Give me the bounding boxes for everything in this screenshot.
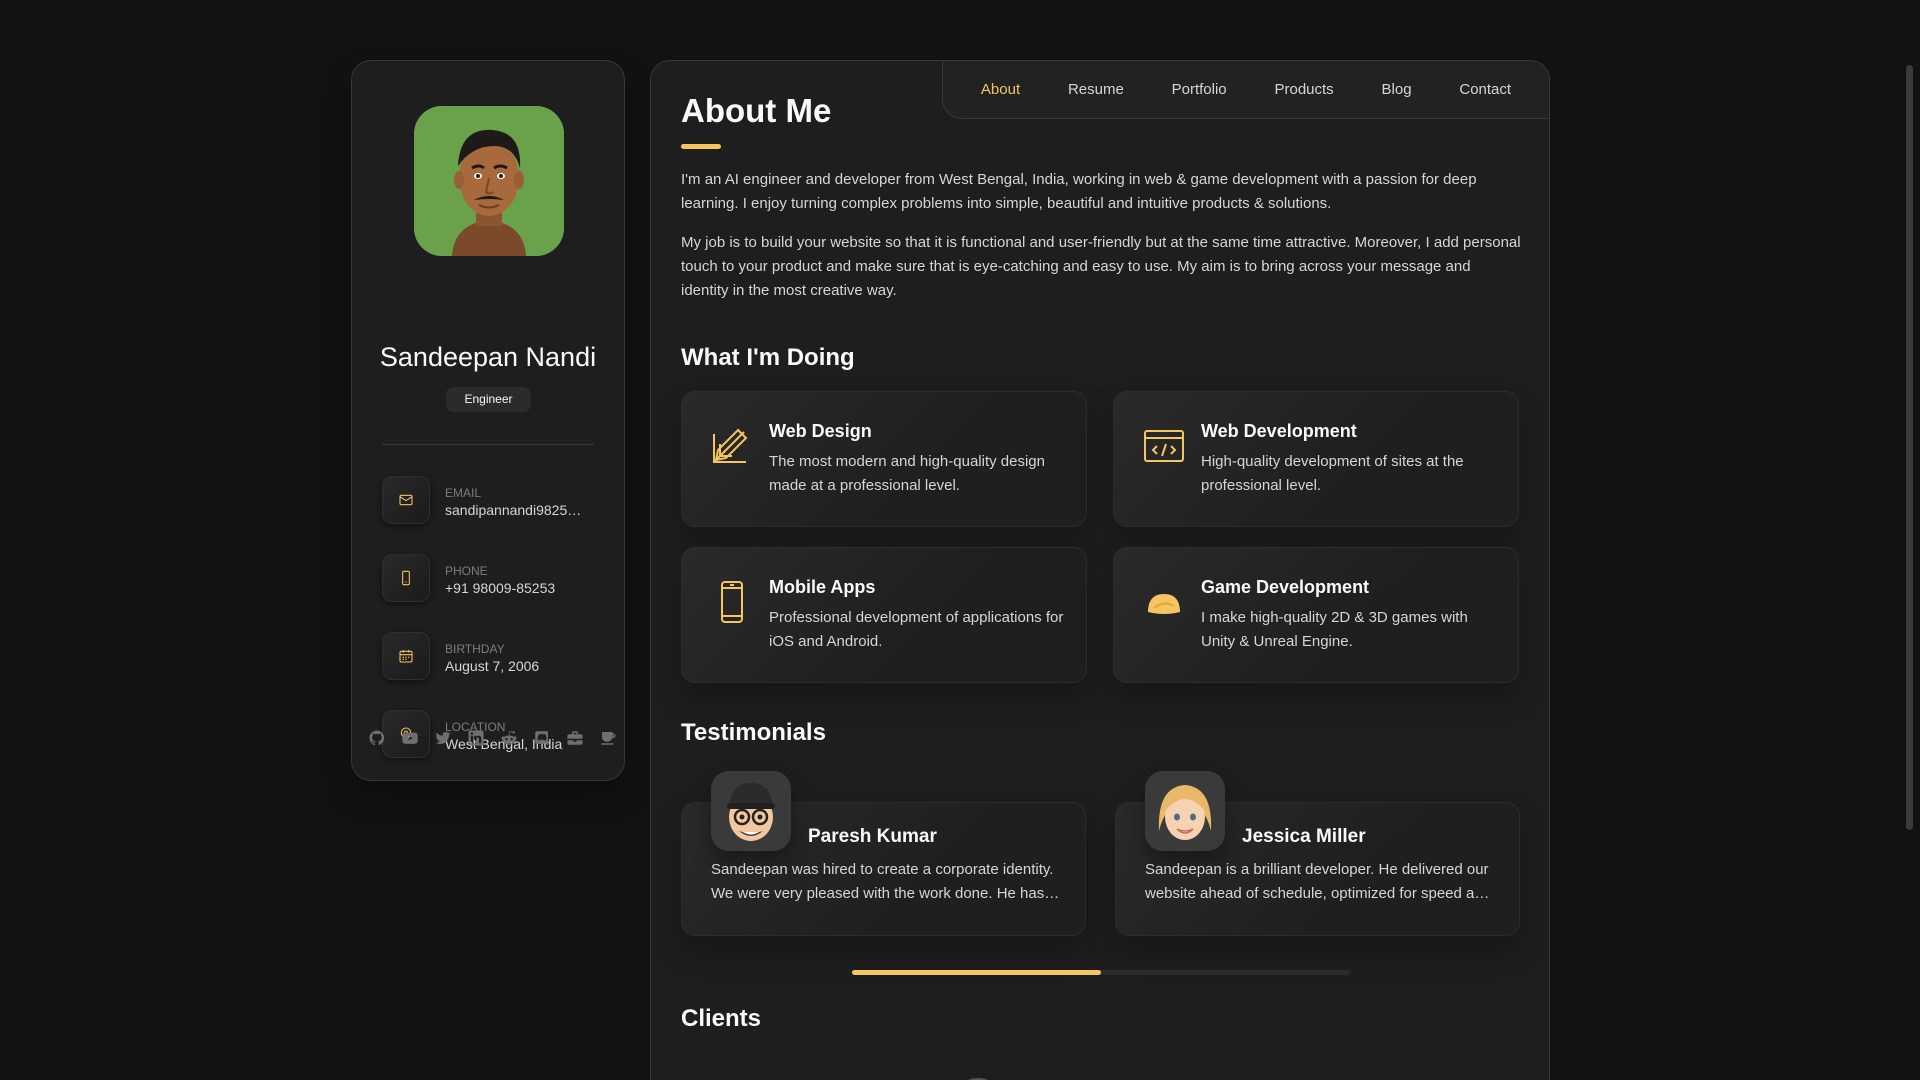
- youtube-icon[interactable]: [401, 729, 419, 747]
- phone-icon: [382, 554, 430, 602]
- game-blob-icon: [1142, 580, 1186, 624]
- nav-about[interactable]: About: [981, 81, 1020, 98]
- clients-heading: Clients: [681, 1005, 762, 1032]
- testimonial-name: Paresh Kumar: [808, 826, 937, 847]
- page-scrollbar-thumb[interactable]: [1906, 65, 1913, 830]
- testimonials-heading: Testimonials: [681, 719, 826, 746]
- smartphone-icon: [710, 580, 754, 624]
- top-navbar: About Resume Portfolio Products Blog Con…: [942, 61, 1549, 119]
- service-card: Game Development I make high-quality 2D …: [1113, 547, 1519, 683]
- nav-portfolio[interactable]: Portfolio: [1172, 81, 1227, 98]
- profile-title-badge: Engineer: [446, 387, 531, 412]
- title-underline: [681, 144, 721, 149]
- contact-birthday: Birthday August 7, 2006: [382, 632, 612, 680]
- contact-label: Phone: [445, 564, 488, 578]
- profile-sidebar: Sandeepan Nandi Engineer Email sandipann…: [351, 60, 625, 781]
- contact-phone: Phone +91 98009-85253: [382, 554, 612, 602]
- service-card: Mobile Apps Professional development of …: [681, 547, 1087, 683]
- page-title: About Me: [681, 92, 832, 129]
- nav-products[interactable]: Products: [1274, 81, 1333, 98]
- about-paragraph-1: I'm an AI engineer and developer from We…: [681, 171, 1477, 212]
- contact-label: Birthday: [445, 642, 505, 656]
- testimonials-scroll-track[interactable]: [852, 970, 1350, 975]
- profile-name: Sandeepan Nandi: [379, 342, 597, 372]
- service-title: Web Design: [769, 421, 872, 441]
- linkedin-icon[interactable]: [467, 729, 485, 747]
- github-icon[interactable]: [368, 729, 386, 747]
- design-pencil-ruler-icon: [710, 424, 754, 468]
- contact-email: Email sandipannandi9825…: [382, 476, 612, 524]
- service-desc: High-quality development of sites at the…: [1201, 453, 1464, 494]
- reddit-icon[interactable]: [500, 729, 518, 747]
- testimonial-text: Sandeepan was hired to create a corporat…: [711, 861, 1057, 902]
- nav-blog[interactable]: Blog: [1382, 81, 1412, 98]
- testimonials-scroll-thumb[interactable]: [852, 970, 1101, 975]
- calendar-icon: [382, 632, 430, 680]
- service-title: Mobile Apps: [769, 577, 876, 597]
- discord-icon[interactable]: [533, 729, 551, 747]
- coffee-icon[interactable]: [599, 729, 617, 747]
- mail-icon: [382, 476, 430, 524]
- service-card: Web Design The most modern and high-qual…: [681, 391, 1087, 527]
- services-heading: What I'm Doing: [681, 344, 855, 371]
- nav-contact[interactable]: Contact: [1459, 81, 1511, 98]
- service-title: Game Development: [1201, 577, 1370, 597]
- service-desc: I make high-quality 2D & 3D games with U…: [1201, 609, 1468, 650]
- social-links: [368, 729, 617, 747]
- code-window-icon: [1142, 424, 1186, 468]
- testimonial-avatar: [711, 771, 791, 851]
- service-desc: The most modern and high-quality design …: [769, 453, 1045, 494]
- main-content: About Resume Portfolio Products Blog Con…: [650, 60, 1550, 1080]
- nav-resume[interactable]: Resume: [1068, 81, 1124, 98]
- service-card: Web Development High-quality development…: [1113, 391, 1519, 527]
- twitter-icon[interactable]: [434, 729, 452, 747]
- contact-label: Email: [445, 486, 482, 500]
- phone-link[interactable]: +91 98009-85253: [445, 580, 595, 596]
- testimonial-text: Sandeepan is a brilliant developer. He d…: [1145, 861, 1492, 902]
- testimonial-avatar: [1145, 771, 1225, 851]
- profile-avatar: [414, 106, 564, 256]
- briefcase-icon[interactable]: [566, 729, 584, 747]
- sidebar-separator: [382, 444, 594, 445]
- about-paragraph-2: My job is to build your website so that …: [681, 234, 1521, 299]
- avatar-illustration: [414, 106, 564, 256]
- testimonial-name: Jessica Miller: [1242, 826, 1366, 847]
- service-desc: Professional development of applications…: [769, 609, 1064, 650]
- service-title: Web Development: [1201, 421, 1357, 441]
- email-link[interactable]: sandipannandi9825…: [445, 502, 595, 518]
- birthday-value: August 7, 2006: [445, 658, 540, 674]
